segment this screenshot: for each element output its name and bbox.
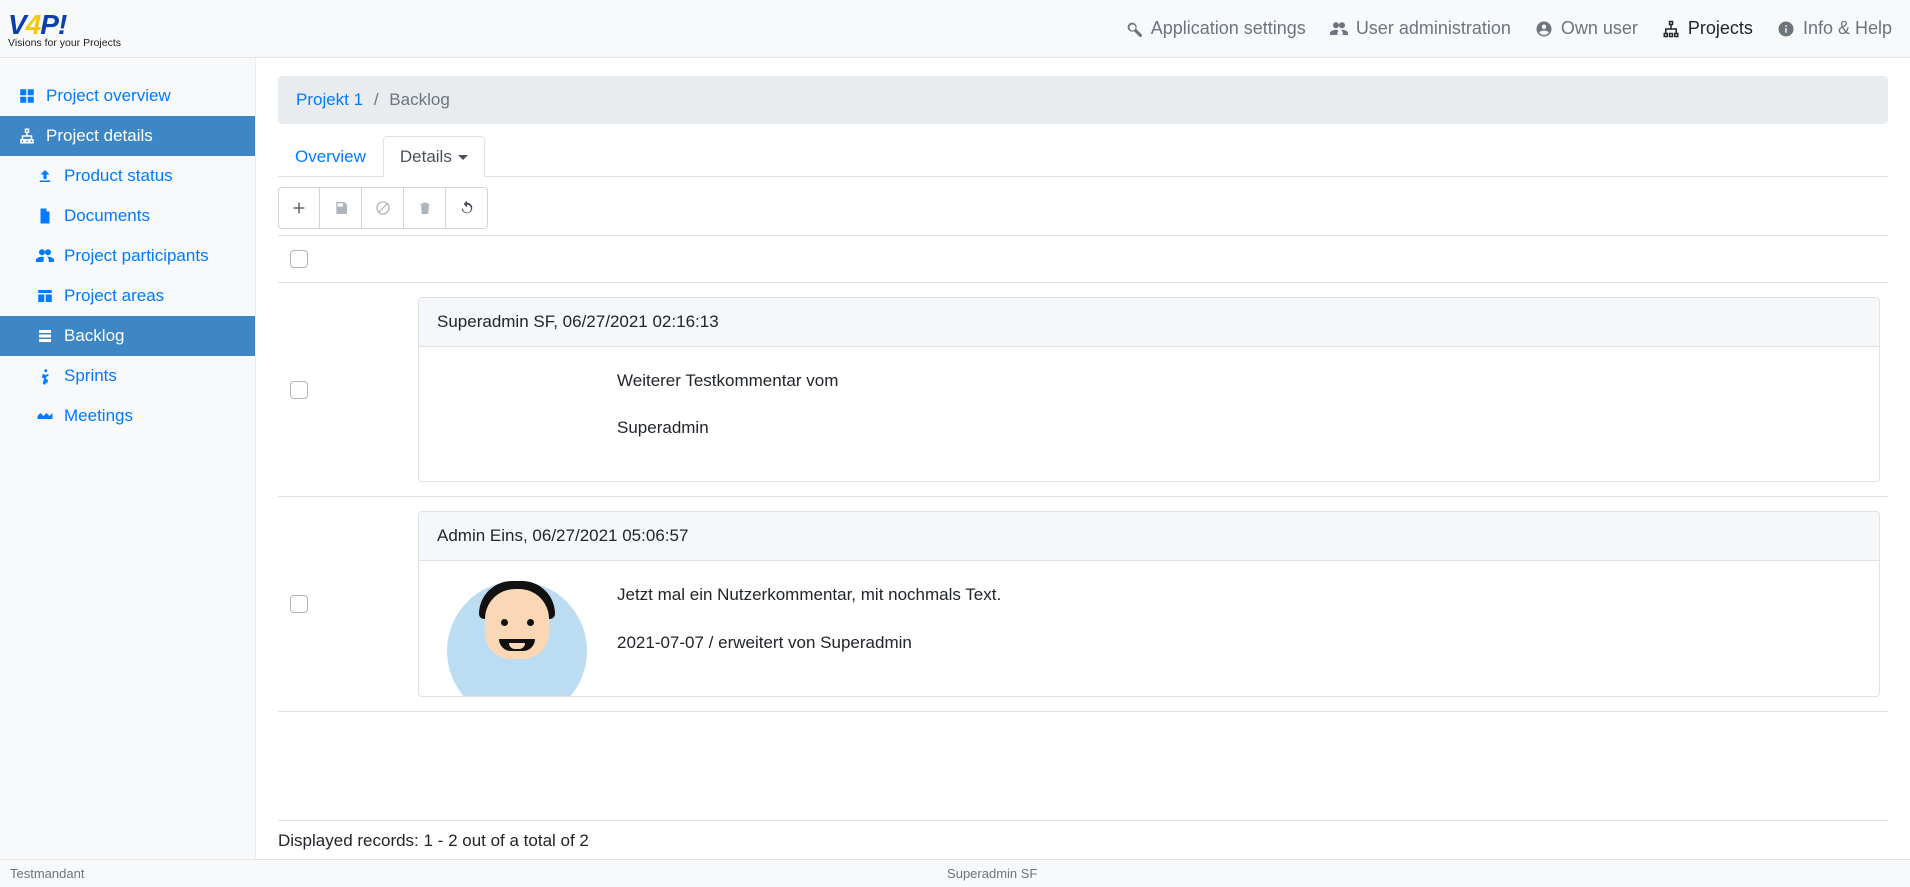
table-row: Superadmin SF, 06/27/2021 02:16:13 Weite… [278,283,1888,497]
sidebar-item-project-areas[interactable]: Project areas [0,276,255,316]
refresh-button[interactable] [446,187,488,229]
sidebar-item-label: Project overview [46,86,171,106]
sitemap-icon [18,127,36,145]
sidebar-item-label: Sprints [64,366,117,386]
file-icon [36,207,54,225]
handshake-icon [36,407,54,425]
grid-icon [18,87,36,105]
sidebar-item-label: Project areas [64,286,164,306]
save-icon [333,200,349,216]
row-checkbox[interactable] [290,595,308,613]
comment-card: Superadmin SF, 06/27/2021 02:16:13 Weite… [418,297,1880,482]
sidebar: Project overview Project details Product… [0,58,256,859]
user-circle-icon [1535,20,1553,38]
sidebar-item-label: Project participants [64,246,209,266]
comment-body: Weiterer Testkommentar vom Superadmin [617,367,838,461]
breadcrumb: Projekt 1 / Backlog [278,76,1888,124]
info-icon [1777,20,1795,38]
nav-application-settings[interactable]: Application settings [1125,18,1306,39]
top-nav: V4P! Visions for your Projects Applicati… [0,0,1910,58]
sidebar-item-label: Product status [64,166,173,186]
users-icon [1330,20,1348,38]
avatar-placeholder [437,367,597,427]
running-icon [36,367,54,385]
breadcrumb-project-link[interactable]: Projekt 1 [296,90,363,109]
delete-button [404,187,446,229]
tab-overview[interactable]: Overview [278,136,383,177]
sidebar-item-project-overview[interactable]: Project overview [0,76,255,116]
add-button[interactable] [278,187,320,229]
table-header [278,235,1888,283]
row-checkbox[interactable] [290,381,308,399]
cancel-button [362,187,404,229]
footer-user: Superadmin SF [84,866,1900,881]
logo[interactable]: V4P! Visions for your Projects [4,9,121,49]
sidebar-item-project-details[interactable]: Project details [0,116,255,156]
nav-user-administration[interactable]: User administration [1330,18,1511,39]
caret-down-icon [458,155,468,160]
sidebar-item-label: Project details [46,126,153,146]
comments-list[interactable]: Superadmin SF, 06/27/2021 02:16:13 Weite… [278,283,1888,820]
breadcrumb-separator: / [374,90,379,109]
tabs: Overview Details [278,136,1888,177]
sidebar-item-sprints[interactable]: Sprints [0,356,255,396]
sidebar-item-label: Documents [64,206,150,226]
toolbar [278,187,1888,229]
sidebar-item-label: Meetings [64,406,133,426]
save-button [320,187,362,229]
list-icon [36,327,54,345]
avatar [437,581,597,661]
sidebar-item-label: Backlog [64,326,124,346]
sitemap-icon [1662,20,1680,38]
breadcrumb-current: Backlog [389,90,449,109]
layout-icon [36,287,54,305]
comment-header: Admin Eins, 06/27/2021 05:06:57 [419,512,1879,561]
tab-details[interactable]: Details [383,136,485,177]
sidebar-item-product-status[interactable]: Product status [0,156,255,196]
comment-header: Superadmin SF, 06/27/2021 02:16:13 [419,298,1879,347]
records-summary: Displayed records: 1 - 2 out of a total … [278,820,1888,859]
sidebar-item-project-participants[interactable]: Project participants [0,236,255,276]
footer: Testmandant Superadmin SF [0,859,1910,887]
plus-icon [291,200,307,216]
users-icon [36,247,54,265]
footer-tenant: Testmandant [10,866,84,881]
sidebar-item-meetings[interactable]: Meetings [0,396,255,436]
trash-icon [417,200,433,216]
wrench-icon [1125,20,1143,38]
sidebar-item-backlog[interactable]: Backlog [0,316,255,356]
sidebar-item-documents[interactable]: Documents [0,196,255,236]
refresh-icon [459,200,475,216]
upload-icon [36,167,54,185]
comment-card: Admin Eins, 06/27/2021 05:06:57 [418,511,1880,696]
nav-projects[interactable]: Projects [1662,18,1753,39]
nav-own-user[interactable]: Own user [1535,18,1638,39]
main-content: Projekt 1 / Backlog Overview Details [256,58,1910,859]
select-all-checkbox[interactable] [290,250,308,268]
nav-info-help[interactable]: Info & Help [1777,18,1892,39]
comment-body: Jetzt mal ein Nutzerkommentar, mit nochm… [617,581,1001,675]
ban-icon [375,200,391,216]
table-row: Admin Eins, 06/27/2021 05:06:57 [278,497,1888,711]
